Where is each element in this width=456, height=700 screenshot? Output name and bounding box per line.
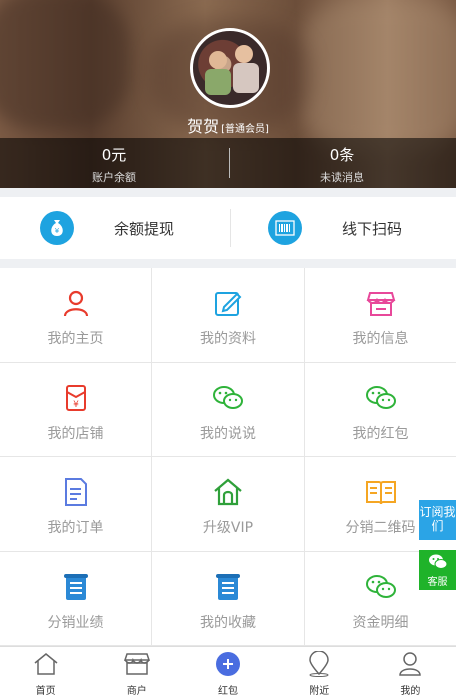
home-icon	[211, 475, 245, 509]
grid-item-label: 资金明细	[352, 614, 409, 631]
person-icon	[396, 650, 424, 678]
user-name: 贺贺	[187, 117, 220, 136]
messages-value: 0条	[329, 146, 355, 164]
grid-item-posts[interactable]: 我的说说	[152, 362, 305, 457]
grid-item-performance[interactable]: 分销业绩	[0, 551, 152, 646]
withdraw-button[interactable]: ¥ 余额提现	[0, 197, 228, 259]
customer-service-button[interactable]: 客服	[419, 550, 456, 590]
list-icon	[59, 570, 93, 604]
red-envelope-icon: ¥	[59, 381, 93, 415]
grid-item-label: 分销二维码	[345, 520, 416, 536]
home-outline-icon	[32, 650, 60, 678]
grid-item-info[interactable]: 我的信息	[305, 268, 456, 363]
avatar[interactable]	[190, 28, 270, 108]
tab-me[interactable]: 我的	[365, 647, 456, 700]
messages-stat[interactable]: 0条 未读消息	[228, 138, 456, 188]
document-icon	[59, 475, 93, 509]
list-icon	[211, 570, 245, 604]
tab-label: 附近	[309, 686, 330, 697]
shop-icon	[123, 650, 151, 678]
balance-stat[interactable]: 0元 账户余额	[0, 138, 228, 188]
profile-header: 贺贺 [普通会员] 0元 账户余额 0条 未读消息	[0, 0, 456, 188]
member-level: [普通会员]	[221, 124, 269, 135]
user-icon	[59, 286, 93, 320]
money-bag-icon: ¥	[40, 211, 74, 245]
withdraw-label: 余额提现	[114, 219, 175, 238]
tab-label: 我的	[400, 686, 421, 697]
subscribe-button[interactable]: 订阅我们	[419, 500, 456, 540]
grid-item-label: 我的信息	[352, 331, 409, 347]
store-icon	[364, 286, 398, 320]
member-center-page: 贺贺 [普通会员] 0元 账户余额 0条 未读消息 ¥ 余额提现 线下扫码 我的…	[0, 0, 456, 700]
plus-circle-icon	[214, 650, 242, 678]
grid-item-label: 我的订单	[47, 520, 104, 536]
wechat-icon	[364, 570, 398, 604]
avatar-photo	[205, 69, 231, 95]
actions-divider	[230, 209, 231, 247]
grid-item-profile[interactable]: 我的资料	[152, 268, 305, 363]
barcode-icon	[268, 211, 302, 245]
tab-label: 首页	[35, 686, 56, 697]
wechat-icon	[364, 381, 398, 415]
grid-item-label: 我的资料	[200, 331, 256, 347]
tab-nearby[interactable]: 附近	[274, 647, 365, 700]
messages-label: 未读消息	[320, 171, 364, 184]
wechat-icon	[211, 381, 245, 415]
avatar-photo	[209, 51, 227, 69]
grid-item-red-packets[interactable]: 我的红包	[305, 363, 456, 457]
avatar-photo	[235, 45, 253, 63]
tab-merchants[interactable]: 商户	[91, 647, 182, 700]
location-icon	[305, 650, 333, 678]
tab-label: 商户	[126, 686, 147, 697]
grid-item-label: 我的店铺	[47, 425, 104, 442]
tab-label: 红包	[218, 686, 238, 697]
tab-red-packets[interactable]: 红包	[182, 647, 273, 700]
grid-item-label: 升级VIP	[202, 520, 254, 536]
avatar-photo	[233, 63, 259, 93]
bottom-tab-bar: 首页 商户 红包 附近 我的	[0, 646, 456, 700]
user-name-line: 贺贺 [普通会员]	[0, 113, 456, 137]
grid-item-label: 分销业绩	[47, 614, 104, 631]
feature-grid: 我的主页 我的资料 我的信息 ¥ 我的店铺 我的说说 我的红包 我的订单 升级V…	[0, 268, 456, 646]
grid-item-shop[interactable]: ¥ 我的店铺	[0, 362, 152, 457]
wechat-icon	[428, 554, 447, 569]
balance-label: 账户余额	[92, 171, 136, 184]
grid-item-label: 我的说说	[200, 425, 256, 442]
quick-actions: ¥ 余额提现 线下扫码	[0, 197, 456, 259]
grid-item-homepage[interactable]: 我的主页	[0, 268, 152, 363]
balance-value: 0元	[101, 146, 127, 164]
grid-item-favorites[interactable]: 我的收藏	[152, 551, 305, 646]
grid-item-label: 我的红包	[352, 425, 409, 442]
edit-icon	[211, 286, 245, 320]
customer-service-label: 客服	[427, 577, 448, 588]
subscribe-label: 订阅我们	[419, 505, 456, 533]
grid-item-label: 我的主页	[47, 331, 104, 347]
svg-text:¥: ¥	[55, 227, 60, 235]
scan-button[interactable]: 线下扫码	[228, 197, 456, 259]
account-stats: 0元 账户余额 0条 未读消息	[0, 138, 456, 188]
grid-item-label: 我的收藏	[200, 614, 256, 631]
grid-item-upgrade-vip[interactable]: 升级VIP	[152, 457, 305, 552]
grid-item-orders[interactable]: 我的订单	[0, 457, 152, 552]
book-icon	[364, 475, 398, 509]
stats-divider	[229, 148, 230, 178]
svg-text:¥: ¥	[73, 400, 79, 410]
scan-label: 线下扫码	[342, 219, 403, 238]
header-background	[0, 0, 130, 130]
tab-home[interactable]: 首页	[0, 647, 91, 700]
